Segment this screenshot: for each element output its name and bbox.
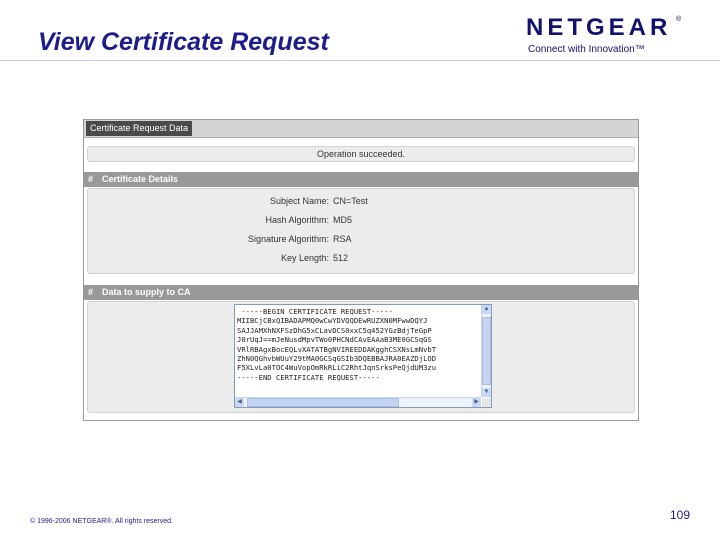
title-divider xyxy=(0,60,720,61)
vertical-scrollbar[interactable]: ▲ ▼ xyxy=(481,305,491,397)
detail-value: MD5 xyxy=(333,215,353,225)
data-to-supply-header: # Data to supply to CA xyxy=(84,285,638,300)
detail-label: Hash Algorithm: xyxy=(265,215,329,225)
certificate-request-text[interactable]: -----BEGIN CERTIFICATE REQUEST----- MIIB… xyxy=(237,307,481,391)
cert-line: -----END CERTIFICATE REQUEST----- xyxy=(237,372,380,382)
scroll-down-arrow-icon[interactable]: ▼ xyxy=(482,388,491,397)
certificate-details-header: # Certificate Details xyxy=(84,172,638,187)
cert-line: -----BEGIN CERTIFICATE REQUEST----- xyxy=(237,307,393,316)
scroll-up-arrow-icon[interactable]: ▲ xyxy=(482,305,491,314)
section-title: Data to supply to CA xyxy=(102,287,191,297)
scrollbar-corner xyxy=(482,398,491,407)
certificate-details-box: Subject Name: CN=Test Hash Algorithm: MD… xyxy=(87,188,635,274)
data-to-supply-box: -----BEGIN CERTIFICATE REQUEST----- MIIB… xyxy=(87,301,635,413)
detail-label: Signature Algorithm: xyxy=(247,234,329,244)
detail-label: Key Length: xyxy=(280,253,329,263)
slide-title: View Certificate Request xyxy=(38,28,329,56)
detail-value: RSA xyxy=(333,234,352,244)
horizontal-scrollbar[interactable]: ◀ ▶ xyxy=(235,397,481,407)
page-number: 109 xyxy=(669,508,690,522)
section-title: Certificate Details xyxy=(102,174,179,184)
cert-line: MIIBCjCBxQIBADAPMQ0wCwYDVQQDEwRUZXN0MFww… xyxy=(237,316,428,326)
scroll-right-arrow-icon[interactable]: ▶ xyxy=(472,398,481,407)
detail-value: CN=Test xyxy=(333,196,368,206)
logo-registered-mark: ® xyxy=(676,16,682,23)
cert-line: ZhN0QGhvbWUuY29tMA0GCSqGSIb3DQEBBAJRA0EA… xyxy=(237,354,437,364)
scroll-left-arrow-icon[interactable]: ◀ xyxy=(235,398,244,407)
section-bullet-icon: # xyxy=(88,174,94,184)
cert-line: SAJJAMXhNXFSzDhG5xCLavDCS0xxC5q452YGzBdj… xyxy=(237,325,432,335)
copyright-footer: © 1996-2006 NETGEAR®. All rights reserve… xyxy=(30,518,173,525)
certificate-request-panel: Certificate Request Data Operation succe… xyxy=(83,119,639,421)
logo-tagline: Connect with Innovation™ xyxy=(528,44,645,55)
tab-certificate-request-data[interactable]: Certificate Request Data xyxy=(86,121,193,136)
panel-header: Certificate Request Data xyxy=(84,120,638,138)
certificate-request-textarea[interactable]: -----BEGIN CERTIFICATE REQUEST----- MIIB… xyxy=(234,304,492,408)
detail-value: 512 xyxy=(333,253,349,263)
status-message: Operation succeeded. xyxy=(87,146,635,162)
logo-wordmark: NETGEAR xyxy=(526,14,672,41)
cert-line: F5XLvLa0TOC4WuVopOmRkRLiC2RhtJqnSrksPeQj… xyxy=(237,363,437,373)
cert-line: VRlRBAgxBocEQLvXATATBgNVIREEDDAKgghCSXNs… xyxy=(237,344,437,354)
cert-line: J0rUqJ==mJeNusdMpvTWo0PHCNdCAvEAAaB3ME0G… xyxy=(237,335,432,345)
horizontal-scroll-thumb[interactable] xyxy=(247,398,399,407)
netgear-logo: NETGEAR ® Connect with Innovation™ xyxy=(524,14,692,58)
detail-label: Subject Name: xyxy=(269,196,329,206)
vertical-scroll-thumb[interactable] xyxy=(482,317,491,385)
section-bullet-icon: # xyxy=(88,287,94,297)
